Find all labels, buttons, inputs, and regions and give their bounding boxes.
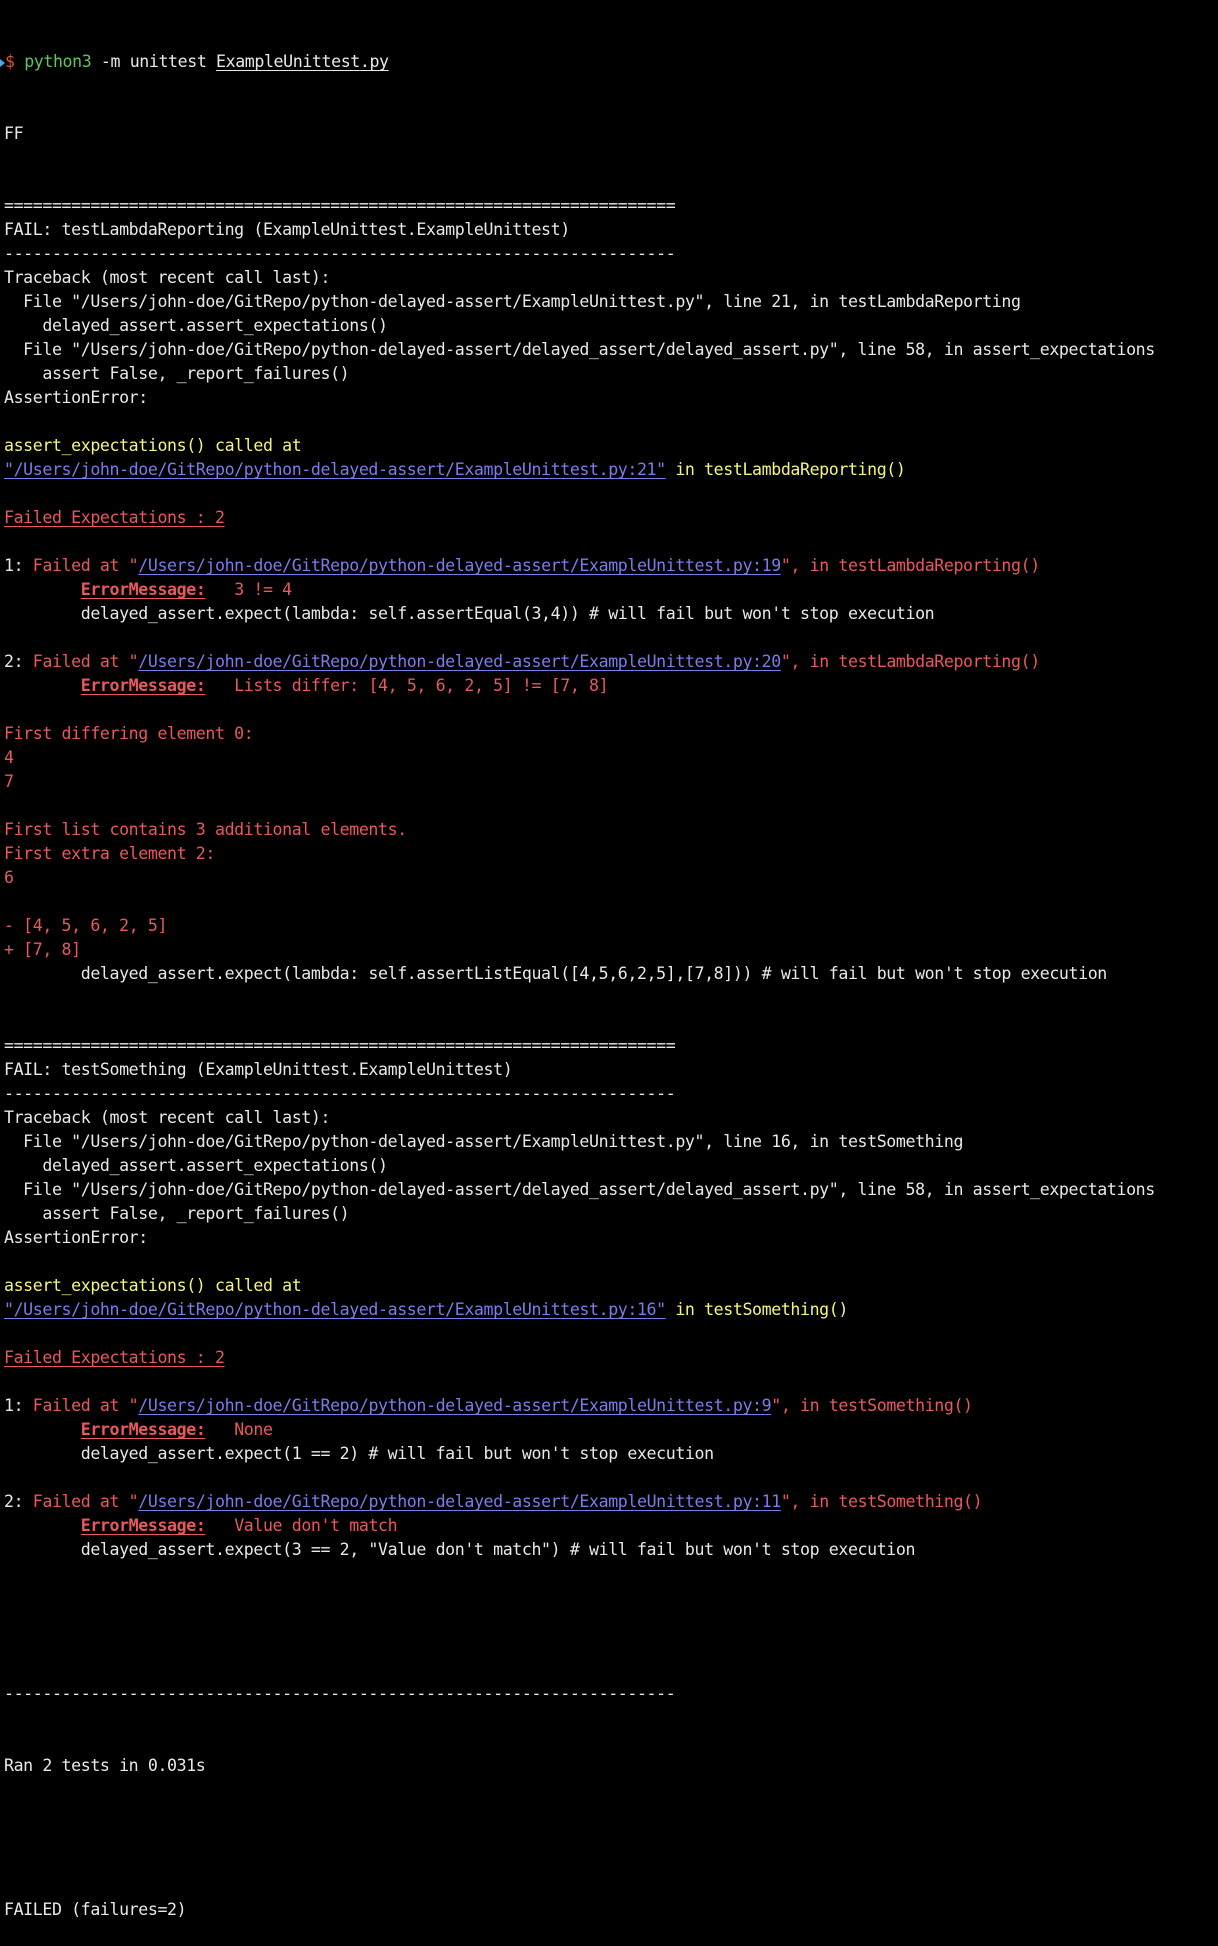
fail-header: FAIL: testLambdaReporting (ExampleUnitte… [4, 220, 570, 239]
expectation-function: ", in testSomething() [780, 1492, 983, 1511]
error-type: AssertionError: [4, 388, 148, 407]
traceback-code-line: assert False, _report_failures() [4, 364, 350, 383]
expectation-function: ", in testLambdaReporting() [780, 556, 1040, 575]
traceback-code-line: assert False, _report_failures() [4, 1204, 350, 1223]
expectation-index: 2: [4, 652, 33, 671]
traceback-title: Traceback (most recent call last): [4, 1108, 331, 1127]
expectation-code-line: delayed_assert.expect(3 == 2, "Value don… [4, 1540, 916, 1559]
expectation-failed-at: 1: Failed at "/Users/john-doe/GitRepo/py… [4, 1394, 1218, 1418]
error-message-label: ErrorMessage: [80, 580, 206, 599]
called-in-function: in testLambdaReporting() [665, 460, 906, 479]
error-message-line: ErrorMessage: Value don't match [4, 1514, 1218, 1538]
expectation-index: 2: [4, 1492, 33, 1511]
error-message-text: 3 != 4 [205, 580, 292, 599]
error-detail-line: 7 [4, 772, 14, 791]
failed-expectations-count: Failed Expectations : 2 [4, 1348, 225, 1367]
failed-count-line: Failed Expectations : 2 [4, 506, 1218, 530]
expectation-index: 1: [4, 1396, 33, 1415]
failed-at-label: Failed at " [32, 652, 139, 671]
called-at-location: "/Users/john-doe/GitRepo/python-delayed-… [4, 1298, 1218, 1322]
error-message-line: ErrorMessage: 3 != 4 [4, 578, 1218, 602]
error-detail-line: First list contains 3 additional element… [4, 820, 407, 839]
failed-at-label: Failed at " [32, 556, 139, 575]
error-message-text: Value don't match [205, 1516, 398, 1535]
traceback-code-line: delayed_assert.assert_expectations() [4, 1156, 388, 1175]
error-detail-line: 6 [4, 868, 14, 887]
traceback-file-line: File "/Users/john-doe/GitRepo/python-del… [4, 292, 1021, 311]
command-args: -m unittest [91, 52, 217, 71]
error-detail-line [4, 698, 1218, 722]
error-type: AssertionError: [4, 1228, 148, 1247]
expectation-failed-at: 2: Failed at "/Users/john-doe/GitRepo/py… [4, 650, 1218, 674]
fail-header: FAIL: testSomething (ExampleUnittest.Exa… [4, 1060, 513, 1079]
error-message-text: Lists differ: [4, 5, 6, 2, 5] != [7, 8] [205, 676, 609, 695]
failed-expectations-count: Failed Expectations : 2 [4, 508, 225, 527]
error-message-label: ErrorMessage: [80, 676, 206, 695]
failed-at-label: Failed at " [32, 1492, 139, 1511]
progress-line: FF [4, 124, 24, 143]
failed-count-line: Failed Expectations : 2 [4, 1346, 1218, 1370]
called-at-path-link[interactable]: "/Users/john-doe/GitRepo/python-delayed-… [4, 460, 666, 479]
separator: ----------------------------------------… [4, 1084, 676, 1103]
expectation-path-link[interactable]: /Users/john-doe/GitRepo/python-delayed-a… [138, 652, 781, 671]
error-detail-line: + [7, 8] [4, 940, 81, 959]
error-detail-line: First differing element 0: [4, 724, 254, 743]
called-at-path-link[interactable]: "/Users/john-doe/GitRepo/python-delayed-… [4, 1300, 666, 1319]
expectation-code-line: delayed_assert.expect(lambda: self.asser… [4, 964, 1108, 983]
failed-at-label: Failed at " [32, 1396, 139, 1415]
traceback-title: Traceback (most recent call last): [4, 268, 331, 287]
command-file[interactable]: ExampleUnittest.py [216, 52, 389, 71]
error-detail-line: First extra element 2: [4, 844, 215, 863]
command-line: $ python3 -m unittest ExampleUnittest.py [0, 50, 1218, 74]
prompt-symbol: $ [5, 52, 15, 71]
error-message-label: ErrorMessage: [80, 1516, 206, 1535]
called-at-label: assert_expectations() called at [4, 436, 302, 455]
expectation-index: 1: [4, 556, 33, 575]
expectation-path-link[interactable]: /Users/john-doe/GitRepo/python-delayed-a… [138, 1492, 781, 1511]
traceback-code-line: delayed_assert.assert_expectations() [4, 316, 388, 335]
error-detail-line [4, 890, 1218, 914]
error-message-label: ErrorMessage: [80, 1420, 206, 1439]
separator: ========================================… [4, 196, 676, 215]
called-in-function: in testSomething() [665, 1300, 848, 1319]
expectation-failed-at: 2: Failed at "/Users/john-doe/GitRepo/py… [4, 1490, 1218, 1514]
expectation-function: ", in testLambdaReporting() [780, 652, 1040, 671]
error-message-line: ErrorMessage: Lists differ: [4, 5, 6, 2,… [4, 674, 1218, 698]
expectation-function: ", in testSomething() [771, 1396, 973, 1415]
expectation-failed-at: 1: Failed at "/Users/john-doe/GitRepo/py… [4, 554, 1218, 578]
failures-container: ========================================… [4, 194, 1218, 1562]
separator: ----------------------------------------… [4, 1684, 676, 1703]
error-detail-line: 4 [4, 748, 14, 767]
traceback-file-line: File "/Users/john-doe/GitRepo/python-del… [4, 340, 1155, 359]
separator: ========================================… [4, 1036, 676, 1055]
traceback-file-line: File "/Users/john-doe/GitRepo/python-del… [4, 1132, 964, 1151]
expectation-path-link[interactable]: /Users/john-doe/GitRepo/python-delayed-a… [138, 556, 781, 575]
called-at-location: "/Users/john-doe/GitRepo/python-delayed-… [4, 458, 1218, 482]
error-message-text: None [205, 1420, 273, 1439]
error-detail-line [4, 794, 1218, 818]
result-line: FAILED (failures=2) [4, 1900, 187, 1919]
expectation-code-line: delayed_assert.expect(1 == 2) # will fai… [4, 1444, 714, 1463]
called-at-label: assert_expectations() called at [4, 1276, 302, 1295]
traceback-file-line: File "/Users/john-doe/GitRepo/python-del… [4, 1180, 1155, 1199]
command-program: python3 [24, 52, 92, 71]
summary-line: Ran 2 tests in 0.031s [4, 1756, 206, 1775]
expectation-code-line: delayed_assert.expect(lambda: self.asser… [4, 604, 935, 623]
error-detail-line: - [4, 5, 6, 2, 5] [4, 916, 168, 935]
separator: ----------------------------------------… [4, 244, 676, 263]
expectation-path-link[interactable]: /Users/john-doe/GitRepo/python-delayed-a… [138, 1396, 771, 1415]
terminal-output[interactable]: $ python3 -m unittest ExampleUnittest.py… [0, 0, 1218, 1946]
error-message-line: ErrorMessage: None [4, 1418, 1218, 1442]
